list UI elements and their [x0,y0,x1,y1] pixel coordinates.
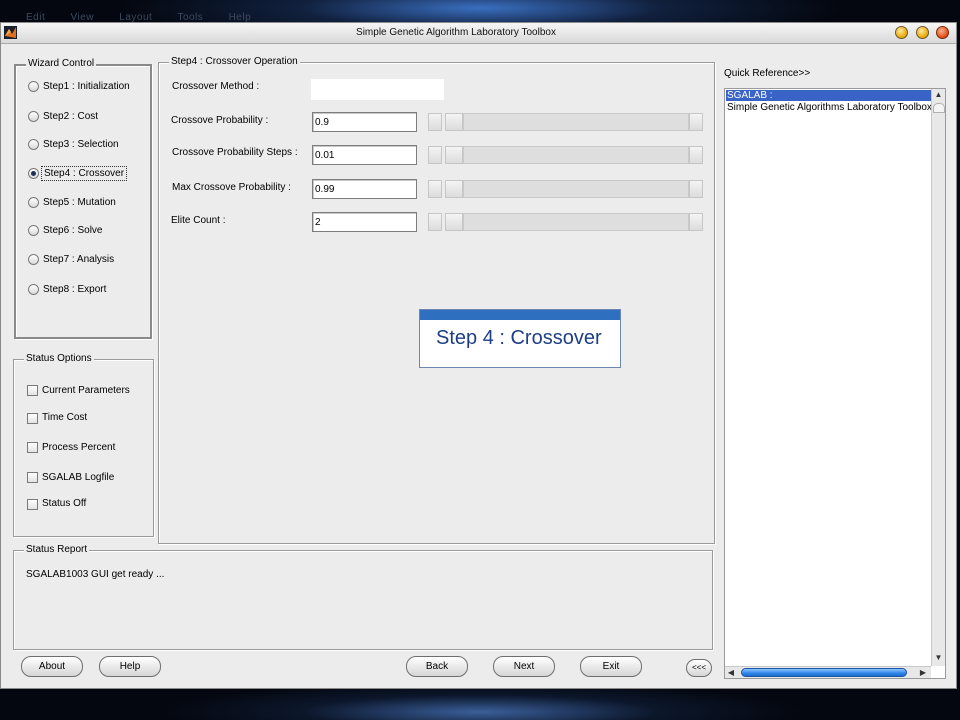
wizard-control-title: Wizard Control [26,58,97,69]
step5-label[interactable]: Step5 : Mutation [43,197,116,208]
process-percent-label[interactable]: Process Percent [42,442,115,453]
close-icon[interactable] [936,26,949,39]
crossover-probability-slider-left[interactable] [428,113,442,131]
window-title: Simple Genetic Algorithm Laboratory Tool… [356,27,556,38]
step6-radio[interactable] [28,225,39,236]
step7-radio[interactable] [28,254,39,265]
crossover-panel: Step4 : Crossover Operation Crossover Me… [158,56,715,544]
time-cost-checkbox[interactable] [27,413,38,424]
crossover-probability-slider-thumb[interactable] [445,113,463,131]
scroll-down-icon[interactable]: ▼ [932,653,945,664]
crossover-probability-label: Crossove Probability : [171,115,269,126]
status-options-title: Status Options [24,353,94,364]
about-button[interactable]: About [21,656,83,677]
max-crossover-probability-slider-left[interactable] [428,180,442,198]
step7-label[interactable]: Step7 : Analysis [43,254,114,265]
step3-label[interactable]: Step3 : Selection [43,139,119,150]
scroll-up-icon[interactable]: ▲ [932,90,945,101]
max-crossover-probability-slider-thumb[interactable] [445,180,463,198]
step-banner: Step 4 : Crossover [419,309,621,368]
current-parameters-label[interactable]: Current Parameters [42,385,130,396]
crossover-steps-slider-right[interactable] [689,146,703,164]
status-off-checkbox[interactable] [27,499,38,510]
next-button[interactable]: Next [493,656,555,677]
max-crossover-probability-slider-track[interactable] [463,180,689,198]
process-percent-checkbox[interactable] [27,442,38,453]
banner-text: Step 4 : Crossover [436,327,602,349]
sgalab-logfile-checkbox[interactable] [27,472,38,483]
sgalab-logfile-label[interactable]: SGALAB Logfile [42,472,114,483]
crossover-probability-slider-track[interactable] [463,113,689,131]
quick-reference-horizontal-scrollbar[interactable]: ◀ ▶ [725,666,931,678]
banner-accent-bar [420,310,620,320]
title-bar[interactable]: Simple Genetic Algorithm Laboratory Tool… [1,23,956,44]
collapse-panel-button[interactable]: <<< [686,659,712,677]
step5-radio[interactable] [28,197,39,208]
crossover-probability-slider-right[interactable] [689,113,703,131]
help-button[interactable]: Help [99,656,161,677]
back-button[interactable]: Back [406,656,468,677]
status-off-label[interactable]: Status Off [42,498,86,509]
current-parameters-checkbox[interactable] [27,385,38,396]
crossover-panel-title: Step4 : Crossover Operation [169,56,300,67]
status-report-panel: Status Report SGALAB1003 GUI get ready .… [13,544,713,650]
crossover-steps-slider-thumb[interactable] [445,146,463,164]
step6-label[interactable]: Step6 : Solve [43,225,102,236]
elite-count-slider-left[interactable] [428,213,442,231]
step2-label[interactable]: Step2 : Cost [43,111,98,122]
crossover-steps-label: Crossove Probability Steps : [172,147,298,158]
crossover-method-select[interactable] [311,79,444,100]
step3-radio[interactable] [28,139,39,150]
exit-button[interactable]: Exit [580,656,642,677]
max-crossover-probability-input[interactable]: 0.99 [312,179,417,199]
elite-count-input[interactable]: 2 [312,212,417,232]
scroll-thumb-horizontal[interactable] [741,668,907,677]
elite-count-slider-thumb[interactable] [445,213,463,231]
step1-label[interactable]: Step1 : Initialization [43,81,130,92]
step1-radio[interactable] [28,81,39,92]
crossover-steps-input[interactable]: 0.01 [312,145,417,165]
step8-radio[interactable] [28,284,39,295]
crossover-method-label: Crossover Method : [172,81,260,92]
max-crossover-probability-slider-right[interactable] [689,180,703,198]
maximize-icon[interactable] [916,26,929,39]
step8-label[interactable]: Step8 : Export [43,284,106,295]
status-report-title: Status Report [24,544,90,555]
scroll-left-icon[interactable]: ◀ [726,668,736,678]
minimize-icon[interactable] [895,26,908,39]
scroll-thumb-vertical[interactable] [933,103,945,113]
step4-radio[interactable] [28,168,39,179]
elite-count-label: Elite Count : [171,215,226,226]
quick-reference-item[interactable]: Simple Genetic Algorithms Laboratory Too… [726,102,931,113]
quick-reference-vertical-scrollbar[interactable]: ▲ ▼ [931,89,945,666]
crossover-probability-input[interactable]: 0.9 [312,112,417,132]
crossover-steps-slider-left[interactable] [428,146,442,164]
quick-reference-item-selected[interactable]: SGALAB : [726,90,931,101]
wizard-control-panel: Wizard Control Step1 : Initialization St… [14,58,152,339]
max-crossover-probability-label: Max Crossove Probability : [172,182,291,193]
status-report-text: SGALAB1003 GUI get ready ... [26,569,165,580]
crossover-steps-slider-track[interactable] [463,146,689,164]
time-cost-label[interactable]: Time Cost [42,412,87,423]
elite-count-slider-track[interactable] [463,213,689,231]
step4-label[interactable]: Step4 : Crossover [41,166,128,181]
quick-reference-title[interactable]: Quick Reference>> [724,68,810,79]
quick-reference-list[interactable]: SGALAB : Simple Genetic Algorithms Labor… [724,88,946,679]
status-options-panel: Status Options Current Parameters Time C… [13,353,154,537]
scroll-right-icon[interactable]: ▶ [918,668,928,678]
app-window: Simple Genetic Algorithm Laboratory Tool… [0,22,957,689]
step2-radio[interactable] [28,111,39,122]
elite-count-slider-right[interactable] [689,213,703,231]
